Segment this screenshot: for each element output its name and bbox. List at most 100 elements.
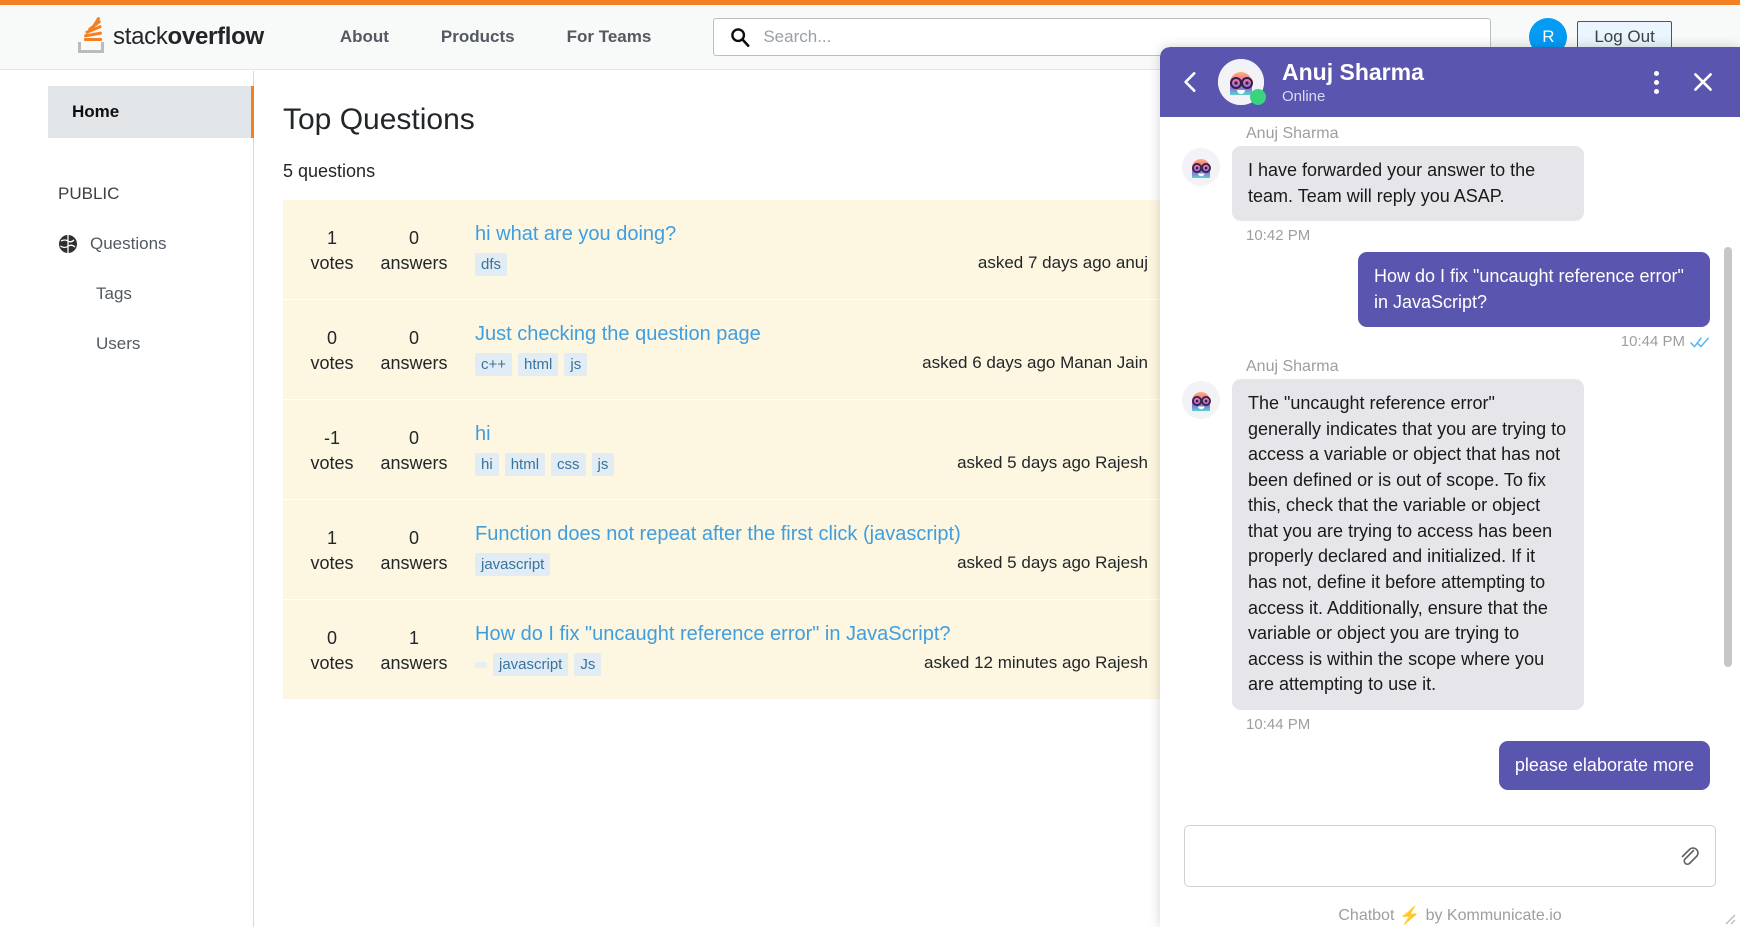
answers-count: 0 [408, 327, 419, 348]
votes-stat: 1 votes [291, 225, 373, 274]
answers-label: answers [380, 352, 448, 373]
question-tag[interactable]: c++ [475, 353, 513, 376]
question-row[interactable]: 1 votes 0 answers hi what are you doing? dfs a… [283, 200, 1168, 300]
stackoverflow-logo[interactable]: stackoverflow [78, 5, 264, 69]
question-tag[interactable]: hi [475, 453, 499, 476]
votes-label: votes [310, 652, 354, 673]
sidebar-section-public: PUBLIC [58, 184, 120, 203]
votes-count: 0 [326, 327, 337, 348]
question-tag[interactable]: Js [574, 653, 602, 676]
resize-grip-icon[interactable] [1722, 911, 1736, 925]
back-chevron-icon[interactable] [1178, 69, 1204, 95]
question-row[interactable]: 0 votes 0 answers Just checking the question… [283, 300, 1168, 400]
agent-avatar [1218, 59, 1266, 105]
answers-count: 0 [408, 527, 419, 548]
nav-item-for-teams[interactable]: For Teams [541, 27, 678, 47]
chat-message: Anuj Sharma I have forwarded your answer… [1182, 125, 1710, 244]
chat-widget: Anuj Sharma Online Anuj Sharma I have fo… [1160, 47, 1740, 927]
votes-stat: 1 votes [291, 525, 373, 574]
question-title-link[interactable]: Function does not repeat after the first… [475, 523, 1168, 546]
votes-count: 1 [326, 227, 337, 248]
incoming-message-bubble: I have forwarded your answer to the team… [1232, 146, 1584, 222]
sidebar: Home PUBLIC Questions Tags Users [0, 71, 254, 927]
online-status-dot [1250, 89, 1266, 105]
question-title-link[interactable]: hi what are you doing? [475, 223, 1168, 246]
chat-header: Anuj Sharma Online [1160, 47, 1740, 117]
votes-stat: -1 votes [291, 425, 373, 474]
answers-label: answers [380, 252, 448, 273]
read-receipt-icon [1690, 337, 1709, 348]
question-tag[interactable] [475, 661, 487, 668]
main-nav: About Products For Teams [314, 27, 678, 47]
votes-count: -1 [323, 427, 340, 448]
chat-input-area [1160, 820, 1740, 892]
answers-count: 0 [408, 427, 419, 448]
outgoing-message-bubble: How do I fix "uncaught reference error" … [1358, 252, 1710, 328]
chat-message: Anuj Sharma The "uncaught reference erro… [1182, 358, 1710, 733]
question-meta: asked 7 days ago anuj [977, 253, 1148, 272]
sidebar-item-questions[interactable]: Questions [58, 234, 253, 254]
chat-input-box[interactable] [1184, 825, 1716, 887]
answers-stat: 0 answers [373, 325, 455, 374]
sidebar-item-tags[interactable]: Tags [96, 284, 253, 304]
sidebar-item-label: Tags [96, 284, 132, 303]
sidebar-item-label: Users [96, 334, 141, 353]
question-tag[interactable]: html [504, 453, 546, 476]
message-avatar-image [1182, 381, 1220, 420]
chat-menu-icon[interactable] [1654, 70, 1660, 94]
message-timestamp: 10:44 PM [1182, 333, 1710, 350]
chat-footer-suffix[interactable]: by Kommunicate.io [1426, 907, 1562, 925]
chat-message: How do I fix "uncaught reference error" … [1182, 252, 1710, 350]
question-tag[interactable]: css [551, 453, 586, 476]
incoming-message-row: I have forwarded your answer to the team… [1182, 146, 1710, 222]
votes-label: votes [310, 452, 354, 473]
logo-text: stackoverflow [113, 23, 264, 50]
votes-count: 0 [326, 627, 337, 648]
message-avatar-image [1182, 148, 1220, 186]
agent-status: Online [1282, 88, 1326, 106]
question-tag[interactable]: js [564, 353, 588, 376]
message-avatar [1182, 148, 1220, 186]
question-tag[interactable]: dfs [475, 253, 508, 276]
bolt-icon: ⚡ [1399, 906, 1421, 925]
sidebar-item-home[interactable]: Home [48, 86, 254, 138]
question-tag[interactable]: html [518, 353, 559, 376]
votes-stat: 0 votes [291, 325, 373, 374]
nav-item-products[interactable]: Products [415, 27, 541, 47]
attachment-paperclip-icon[interactable] [1677, 844, 1701, 868]
sidebar-item-users[interactable]: Users [96, 334, 253, 354]
answers-stat: 0 answers [373, 225, 455, 274]
question-row[interactable]: 0 votes 1 answers How do I fix "uncaught ref… [283, 600, 1168, 700]
incoming-message-bubble: The "uncaught reference error" generally… [1232, 379, 1584, 710]
question-row[interactable]: 1 votes 0 answers Function does not repeat a… [283, 500, 1168, 600]
page-title: Top Questions [283, 103, 475, 136]
answers-label: answers [380, 452, 448, 473]
sidebar-item-label: Questions [90, 234, 167, 253]
message-sender-name: Anuj Sharma [1246, 358, 1339, 376]
chat-message-list[interactable]: Anuj Sharma I have forwarded your answer… [1160, 117, 1740, 820]
chat-footer-prefix: Chatbot [1338, 907, 1395, 924]
question-tag[interactable]: javascript [493, 653, 569, 676]
question-meta: asked 6 days ago Manan Jain [922, 353, 1148, 372]
question-meta: asked 12 minutes ago Rajesh [924, 653, 1148, 672]
close-icon[interactable] [1690, 69, 1716, 95]
question-title-link[interactable]: Just checking the question page [475, 323, 1168, 346]
chat-scrollbar[interactable] [1724, 247, 1732, 667]
answers-label: answers [380, 552, 448, 573]
question-row[interactable]: -1 votes 0 answers hi hi html css js asked 5 days… [283, 400, 1168, 500]
votes-label: votes [310, 352, 354, 373]
search-input[interactable] [763, 27, 1481, 47]
question-meta: asked 5 days ago Rajesh [957, 453, 1148, 472]
search-icon [731, 28, 750, 47]
answers-stat: 1 answers [373, 625, 455, 674]
chat-message-input[interactable] [1199, 826, 1677, 886]
agent-info: Anuj Sharma Online [1282, 59, 1654, 106]
question-tag[interactable]: javascript [475, 553, 551, 576]
answers-stat: 0 answers [373, 425, 455, 474]
question-title-link[interactable]: How do I fix "uncaught reference error" … [475, 623, 1168, 646]
votes-stat: 0 votes [291, 625, 373, 674]
votes-count: 1 [326, 527, 337, 548]
question-title-link[interactable]: hi [475, 423, 1168, 446]
question-tag[interactable]: js [591, 453, 615, 476]
nav-item-about[interactable]: About [314, 27, 415, 47]
